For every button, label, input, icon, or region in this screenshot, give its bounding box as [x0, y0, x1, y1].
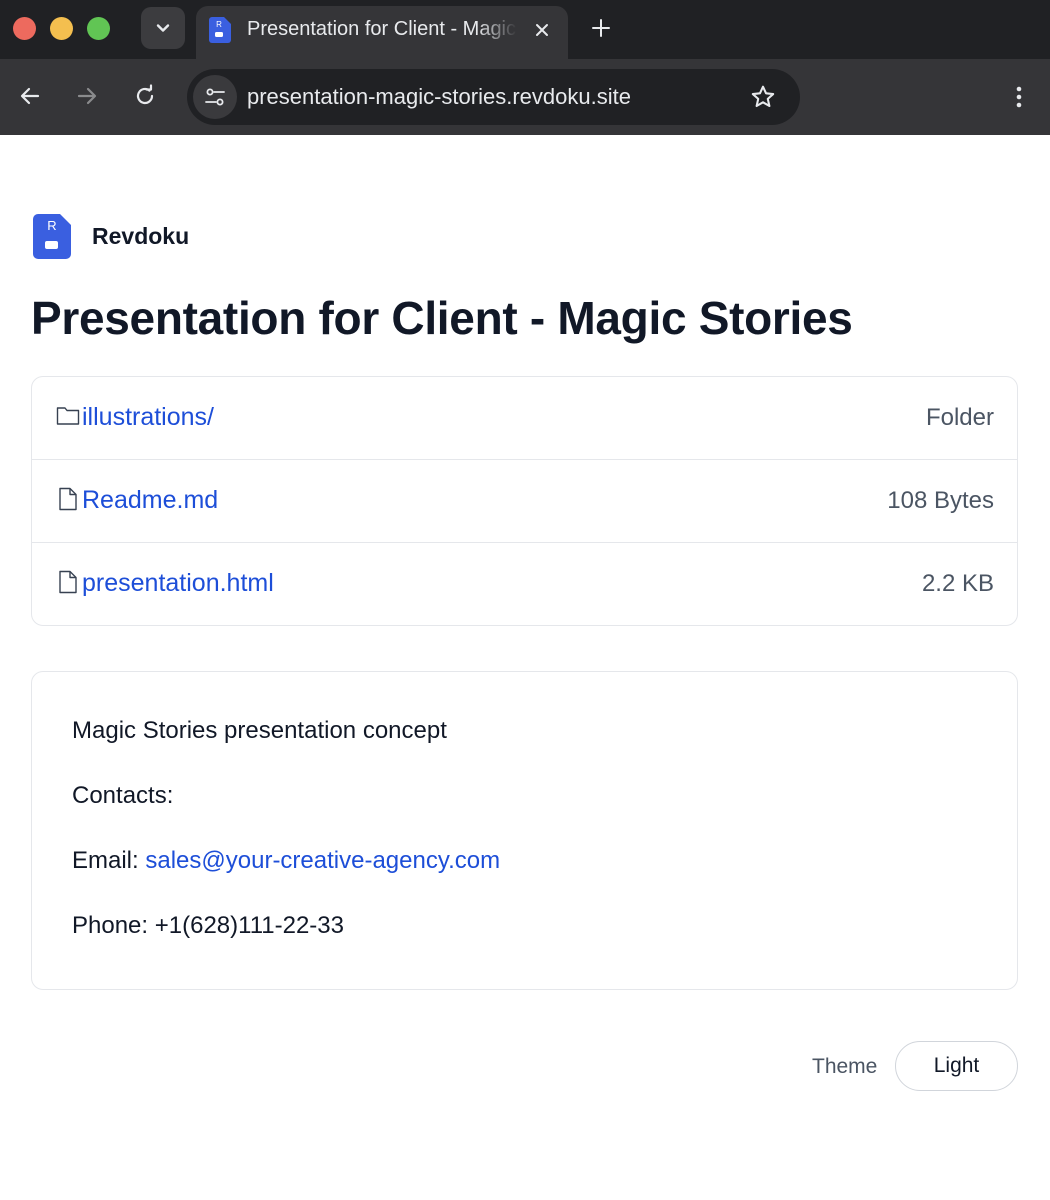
readme-email-line: Email: sales@your-creative-agency.com: [72, 847, 500, 875]
close-icon: [536, 24, 548, 36]
email-link[interactable]: sales@your-creative-agency.com: [145, 847, 500, 874]
file-list: illustrations/ Folder Readme.md 108 Byte…: [31, 376, 1018, 626]
forward-button[interactable]: [70, 79, 104, 113]
theme-label: Theme: [812, 1055, 878, 1078]
email-label: Email:: [72, 847, 146, 874]
back-button[interactable]: [13, 79, 47, 113]
readme-contacts: Contacts:: [72, 782, 174, 809]
reload-icon: [136, 84, 154, 105]
file-row-readme[interactable]: Readme.md 108 Bytes: [32, 460, 1017, 543]
favicon-letter: R: [216, 20, 222, 29]
address-bar[interactable]: presentation-magic-stories.revdoku.site: [187, 69, 800, 125]
reload-button[interactable]: [128, 79, 162, 113]
tab-close-button[interactable]: [529, 17, 555, 43]
revdoku-logo-icon: R: [33, 214, 71, 259]
browser-tab-strip: R Presentation for Client - Magic Storie…: [0, 0, 1050, 59]
theme-toggle-button[interactable]: Light: [895, 1041, 1018, 1091]
file-link[interactable]: presentation.html: [82, 569, 274, 598]
tune-icon: [205, 88, 225, 106]
active-tab[interactable]: R Presentation for Client - Magic Storie…: [196, 6, 568, 59]
page-title: Presentation for Client - Magic Stories: [31, 292, 853, 344]
chevron-down-icon: [156, 24, 170, 32]
window-close-button[interactable]: [13, 17, 36, 40]
readme-heading: Magic Stories presentation concept: [72, 717, 447, 744]
file-row-illustrations[interactable]: illustrations/ Folder: [32, 377, 1017, 460]
file-size: 108 Bytes: [887, 487, 994, 514]
browser-menu-button[interactable]: [1004, 79, 1034, 115]
arrow-right-icon: [77, 87, 97, 105]
file-link[interactable]: illustrations/: [82, 403, 214, 432]
logo-letter: R: [47, 218, 56, 233]
file-icon: [59, 487, 77, 511]
window-minimize-button[interactable]: [50, 17, 73, 40]
bookmark-button[interactable]: [747, 81, 779, 113]
readme-phone: Phone: +1(628)111-22-33: [72, 912, 344, 939]
brand-name: Revdoku: [92, 223, 190, 249]
url-text[interactable]: presentation-magic-stories.revdoku.site: [247, 84, 631, 110]
readme-panel: Magic Stories presentation concept Conta…: [31, 671, 1018, 990]
new-tab-button[interactable]: [585, 12, 617, 44]
revdoku-favicon-icon: R: [209, 17, 231, 43]
file-row-presentation[interactable]: presentation.html 2.2 KB: [32, 543, 1017, 625]
tab-search-button[interactable]: [141, 7, 185, 49]
browser-toolbar: presentation-magic-stories.revdoku.site: [0, 59, 1050, 135]
star-icon: [751, 85, 775, 108]
arrow-left-icon: [20, 87, 40, 105]
brand-header: R Revdoku: [33, 214, 189, 259]
file-type: Folder: [925, 404, 994, 431]
site-info-button[interactable]: [193, 75, 237, 119]
tab-title: Presentation for Client - Magic Stories: [247, 18, 517, 40]
window-zoom-button[interactable]: [87, 17, 110, 40]
plus-icon: [592, 19, 610, 37]
file-icon: [59, 570, 77, 594]
folder-icon: [56, 407, 80, 425]
file-size: 2.2 KB: [921, 570, 994, 597]
file-link[interactable]: Readme.md: [82, 486, 218, 515]
more-vertical-icon: [1016, 86, 1022, 108]
